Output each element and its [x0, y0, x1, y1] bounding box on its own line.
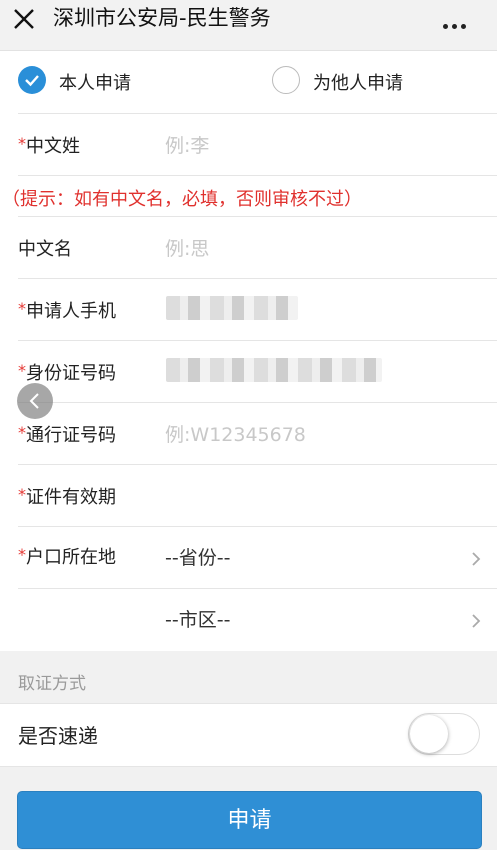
phone-label: *申请人手机	[18, 297, 116, 323]
required-mark: *	[18, 299, 26, 318]
radio-self[interactable]	[18, 66, 46, 94]
surname-hint: （提示：如有中文名，必填，否则审核不过）	[2, 189, 362, 210]
more-icon[interactable]	[443, 14, 473, 29]
express-toggle[interactable]	[408, 713, 480, 755]
floating-back-button[interactable]	[17, 383, 53, 419]
id-label: *身份证号码	[18, 359, 116, 385]
id-input[interactable]	[166, 358, 382, 382]
phone-input[interactable]	[166, 296, 298, 320]
applicant-type-row: 本人申请 为他人申请	[18, 51, 497, 114]
express-row: 是否速递	[0, 703, 497, 767]
hukou-label: *户口所在地	[18, 543, 116, 569]
required-mark: *	[18, 134, 26, 153]
hukou-city-row[interactable]: --市区--	[18, 589, 497, 650]
hukou-label-text: 户口所在地	[26, 547, 116, 568]
surname-row: *中文姓 例:李	[18, 114, 497, 176]
radio-other-label[interactable]: 为他人申请	[313, 69, 403, 95]
phone-row: *申请人手机	[18, 279, 497, 341]
close-icon[interactable]	[11, 6, 37, 32]
hint-row: （提示：如有中文名，必填，否则审核不过）	[2, 176, 497, 217]
province-select[interactable]: --省份--	[165, 543, 230, 570]
surname-label-text: 中文姓	[26, 136, 80, 157]
title-bar: 深圳市公安局-民生警务	[0, 0, 497, 51]
pass-label-text: 通行证号码	[26, 425, 116, 446]
surname-input[interactable]: 例:李	[165, 131, 209, 158]
given-name-label: 中文名	[18, 239, 72, 260]
page-title: 深圳市公安局-民生警务	[53, 6, 271, 30]
radio-other[interactable]	[272, 66, 300, 94]
given-name-row: 中文名 例:思	[18, 217, 497, 279]
radio-self-label[interactable]: 本人申请	[59, 69, 131, 95]
city-select[interactable]: --市区--	[165, 605, 230, 632]
id-row: *身份证号码	[18, 341, 497, 403]
pass-label: *通行证号码	[18, 421, 116, 447]
application-form: 本人申请 为他人申请 *中文姓 例:李 （提示：如有中文名，必填，否则审核不过）…	[0, 51, 497, 651]
validity-label-text: 证件有效期	[26, 487, 116, 508]
chevron-right-icon	[472, 614, 481, 628]
pass-row: *通行证号码 例:W12345678	[18, 403, 497, 465]
validity-row[interactable]: *证件有效期	[18, 465, 497, 527]
validity-label: *证件有效期	[18, 483, 116, 509]
required-mark: *	[18, 361, 26, 380]
express-label: 是否速递	[18, 724, 98, 748]
submit-button[interactable]: 申请	[17, 791, 482, 849]
pickup-section-label: 取证方式	[18, 674, 86, 694]
given-name-input[interactable]: 例:思	[165, 234, 209, 261]
toggle-knob	[410, 715, 448, 753]
chevron-right-icon	[472, 552, 481, 566]
checkmark-icon	[25, 75, 39, 87]
pass-input[interactable]: 例:W12345678	[165, 420, 306, 447]
surname-label: *中文姓	[18, 132, 80, 158]
required-mark: *	[18, 545, 26, 564]
phone-label-text: 申请人手机	[26, 301, 116, 322]
id-label-text: 身份证号码	[26, 363, 116, 384]
hukou-province-row[interactable]: *户口所在地 --省份--	[18, 527, 497, 589]
chevron-left-icon	[29, 393, 39, 409]
required-mark: *	[18, 423, 26, 442]
required-mark: *	[18, 485, 26, 504]
